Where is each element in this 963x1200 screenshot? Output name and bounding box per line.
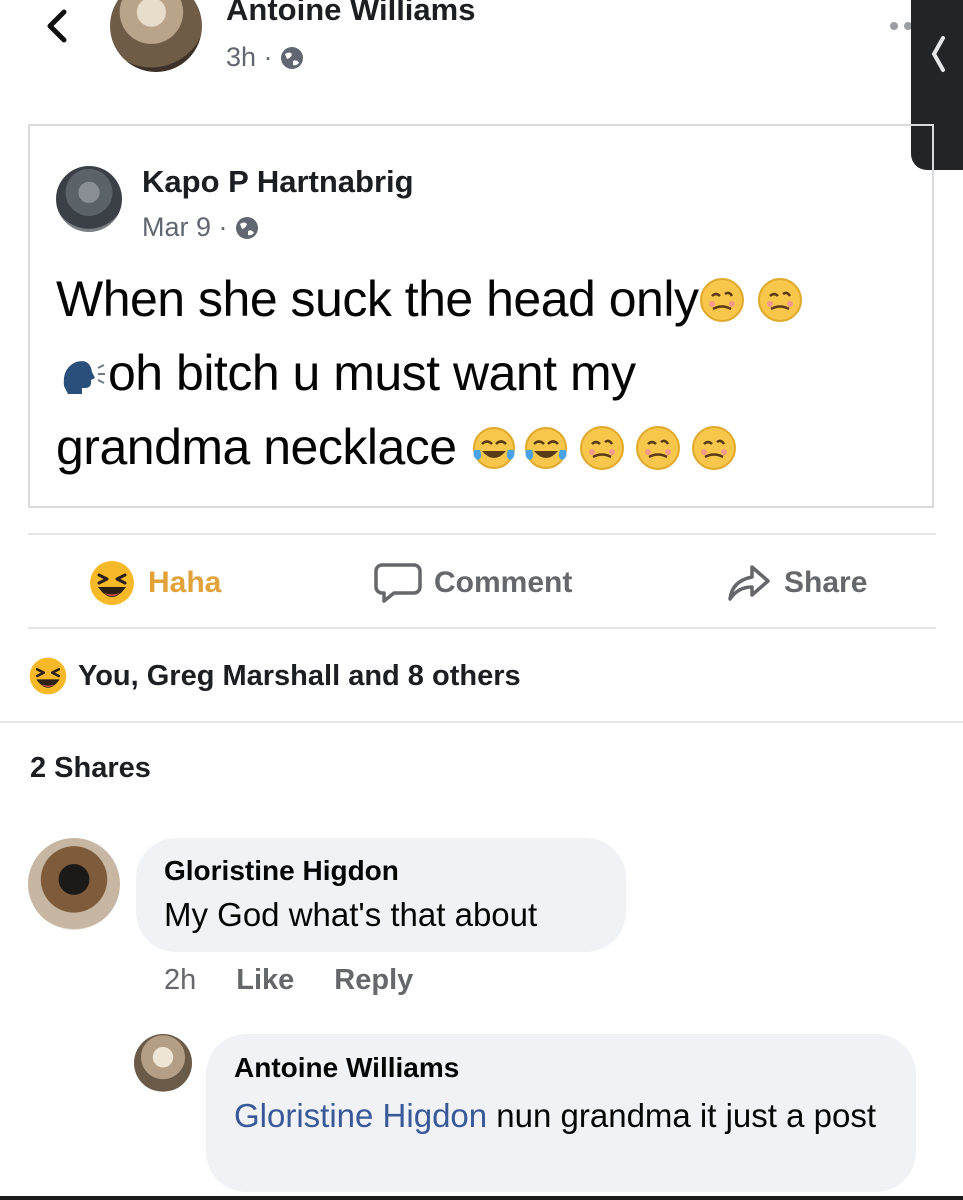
post-text-line-3: grandma necklace [56,419,470,475]
haha-icon [29,657,67,695]
reactions-text: You, Greg Marshall and 8 others [78,659,521,692]
share-button[interactable]: Share [726,556,867,610]
reply-body: nun grandma it just a post [487,1097,877,1134]
divider [28,627,936,629]
shared-post-avatar[interactable] [56,166,122,232]
woozy-face-icon [579,426,624,470]
comment-icon [374,563,422,603]
comment-button[interactable]: Comment [374,556,572,610]
globe-icon [235,216,258,239]
avatar[interactable] [110,0,202,72]
shared-post-text: When she suck the head only oh bitch u m… [56,262,906,484]
comment-label: Comment [434,566,573,599]
replier-avatar[interactable] [134,1034,192,1092]
globe-icon [280,46,303,69]
woozy-face-icon [635,426,680,470]
commenter-name[interactable]: Gloristine Higdon [164,855,399,887]
haha-icon [90,561,134,605]
reply-button[interactable]: Reply [334,964,413,997]
shares-count[interactable]: 2 Shares [30,752,151,785]
woozy-face-icon [758,278,803,322]
post-meta: 3h · [226,42,305,73]
speaking-head-icon [63,361,105,394]
like-button[interactable]: Like [236,964,294,997]
tears-of-joy-icon [472,427,515,469]
back-chevron-icon[interactable] [40,6,74,46]
share-icon [728,565,770,601]
post-author-name[interactable]: Antoine Williams [226,0,475,28]
divider [28,533,936,535]
tears-of-joy-icon [524,427,567,469]
reactions-summary[interactable]: You, Greg Marshall and 8 others [28,656,521,696]
commenter-avatar[interactable] [28,838,120,930]
comment-actions: 2h Like Reply [164,964,413,997]
haha-label: Haha [148,566,222,599]
chevron-left-icon [931,36,945,72]
share-label: Share [784,566,868,599]
woozy-face-icon [691,426,736,470]
shared-post-meta: Mar 9 · [142,212,260,243]
replier-name[interactable]: Antoine Williams [234,1052,459,1084]
shared-post-author[interactable]: Kapo P Hartnabrig [142,164,414,200]
reply-text: Gloristine Higdon nun grandma it just a … [234,1092,898,1140]
comment-time: 2h [164,964,197,996]
divider [0,721,963,723]
post-text-line-2: oh bitch u must want my [108,345,636,401]
divider [0,1196,963,1200]
comment-text: My God what's that about [164,896,538,933]
post-text-line-1: When she suck the head only [56,271,699,327]
haha-button[interactable]: Haha [88,556,221,610]
post-time: 3h · [226,42,273,72]
shared-post-date: Mar 9 · [142,212,228,242]
mention-link[interactable]: Gloristine Higdon [234,1097,487,1134]
woozy-face-icon [700,278,745,322]
